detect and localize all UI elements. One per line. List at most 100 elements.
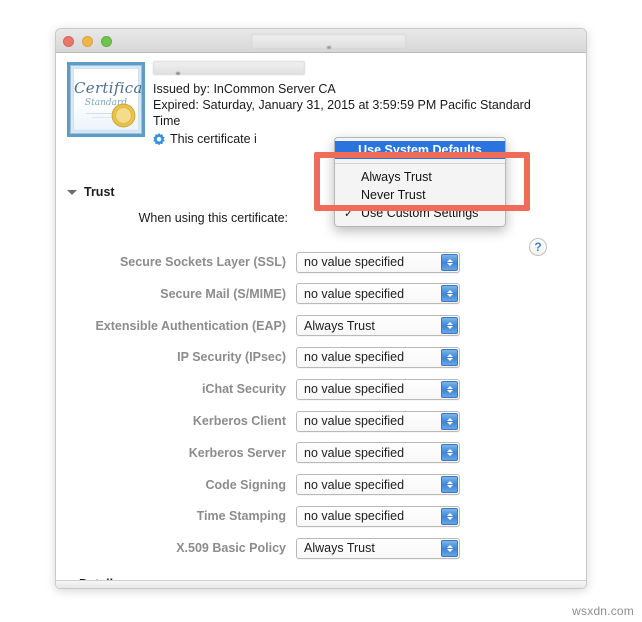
trust-row: Extensible Authentication (EAP) Always Tr… <box>67 315 567 337</box>
trust-row-value: no value specified <box>304 445 405 460</box>
trust-row-value: no value specified <box>304 477 405 492</box>
popup-stepper-icon[interactable] <box>441 444 458 462</box>
chevron-up-icon <box>446 258 453 262</box>
trust-row-label: X.509 Basic Policy <box>176 541 286 556</box>
trust-row-popup-button[interactable]: no value specified <box>296 410 460 432</box>
chevron-down-icon <box>446 516 453 520</box>
menu-item-label: Use Custom Settings <box>361 206 479 220</box>
trust-row-popup-button[interactable]: Always Trust <box>296 315 460 337</box>
chevron-up-icon <box>446 512 453 516</box>
trust-row-value: no value specified <box>304 382 405 397</box>
trust-row-label: Extensible Authentication (EAP) <box>95 318 286 333</box>
trust-row-label: Secure Mail (S/MIME) <box>160 286 286 301</box>
menu-item-label: Use System Defaults <box>358 143 482 157</box>
menu-item[interactable]: Use System Defaults <box>335 141 505 159</box>
chevron-up-icon <box>446 417 453 421</box>
trust-popup-menu[interactable]: Use System Defaults Always Trust Never Tru… <box>334 137 506 227</box>
popup-stepper-icon[interactable] <box>441 412 458 430</box>
chevron-up-icon <box>446 544 453 548</box>
chevron-down-icon <box>446 294 453 298</box>
window-titlebar[interactable] <box>56 29 586 53</box>
window-content: Certificate Standard Issued by: InCommon… <box>56 53 586 588</box>
chevron-down-icon <box>446 421 453 425</box>
trust-row-value: no value specified <box>304 509 405 524</box>
chevron-down-icon <box>446 389 453 393</box>
gold-seal-icon <box>111 103 136 128</box>
trust-row-label: iChat Security <box>201 382 286 397</box>
trust-row: iChat Security no value specified <box>67 378 567 400</box>
blue-burst-icon <box>153 133 165 145</box>
popup-stepper-icon[interactable] <box>441 253 458 271</box>
trust-section-header[interactable]: Trust <box>67 185 115 199</box>
trust-status-text: This certificate i <box>170 132 257 146</box>
chevron-up-icon <box>446 322 453 326</box>
trust-row-label: Code Signing <box>205 477 286 492</box>
chevron-up-icon <box>446 481 453 485</box>
trust-row-value: no value specified <box>304 350 405 365</box>
popup-stepper-icon[interactable] <box>441 348 458 366</box>
popup-stepper-icon[interactable] <box>441 507 458 525</box>
trust-row-popup-button[interactable]: no value specified <box>296 283 460 305</box>
popup-stepper-icon[interactable] <box>441 285 458 303</box>
chevron-down-icon <box>446 357 453 361</box>
trust-row-label: Kerberos Client <box>192 414 286 428</box>
close-button[interactable] <box>63 36 74 47</box>
trust-row-popup-button[interactable]: no value specified <box>296 474 460 496</box>
certificate-icon-title: Certificate <box>74 79 143 97</box>
window-bottom-bar <box>56 580 586 588</box>
trust-row-label: Time Stamping <box>196 509 286 524</box>
trust-row-popup-button[interactable]: Always Trust <box>296 537 460 559</box>
menu-item-label: Never Trust <box>361 188 426 202</box>
trust-row-label: IP Security (IPsec) <box>177 350 286 365</box>
zoom-button[interactable] <box>101 36 112 47</box>
trust-row-popup-button[interactable]: no value specified <box>296 251 460 273</box>
trust-row: Code Signing no value specified <box>67 474 567 496</box>
trust-row-value: Always Trust <box>304 318 375 333</box>
watermark: wsxdn.com <box>572 604 634 618</box>
trust-row-popup-button[interactable]: no value specified <box>296 346 460 368</box>
checkmark-icon: ✓ <box>344 207 354 220</box>
chevron-up-icon <box>446 353 453 357</box>
disclosure-triangle-open-icon[interactable] <box>67 189 77 195</box>
minimize-button[interactable] <box>82 36 93 47</box>
when-using-certificate-label: When using this certificate: <box>138 211 288 225</box>
trust-row: X.509 Basic Policy Always Trust <box>67 537 567 559</box>
window-controls <box>63 36 112 47</box>
trust-row-popup-button[interactable]: no value specified <box>296 378 460 400</box>
chevron-down-icon <box>446 485 453 489</box>
trust-row-value: no value specified <box>304 255 405 269</box>
chevron-down-icon <box>446 453 453 457</box>
trust-row-value: no value specified <box>304 286 405 301</box>
trust-row: IP Security (IPsec) no value specified <box>67 346 567 368</box>
trust-row-popup-button[interactable]: no value specified <box>296 505 460 527</box>
popup-stepper-icon[interactable] <box>441 539 458 557</box>
chevron-down-icon <box>446 262 453 266</box>
trust-row: Kerberos Server no value specified <box>67 442 567 464</box>
chevron-up-icon <box>446 290 453 294</box>
chevron-up-icon <box>446 449 453 453</box>
trust-row-label: Secure Sockets Layer (SSL) <box>119 255 286 269</box>
certificate-name-redacted <box>153 61 305 75</box>
menu-item[interactable]: Never Trust <box>335 186 505 204</box>
trust-row: Time Stamping no value specified <box>67 505 567 527</box>
chevron-up-icon <box>446 385 453 389</box>
trust-section-label: Trust <box>84 185 115 199</box>
certificate-summary: Issued by: InCommon Server CA Expired: S… <box>153 61 573 147</box>
popup-stepper-icon[interactable] <box>441 380 458 398</box>
certificate-window: Certificate Standard Issued by: InCommon… <box>55 28 587 589</box>
screenshot-root: Certificate Standard Issued by: InCommon… <box>0 0 642 622</box>
issued-by-line: Issued by: InCommon Server CA <box>153 82 336 96</box>
trust-row-label: Kerberos Server <box>188 445 286 460</box>
menu-item[interactable]: Always Trust <box>335 168 505 186</box>
certificate-icon: Certificate Standard <box>67 62 145 137</box>
popup-stepper-icon[interactable] <box>441 317 458 335</box>
chevron-down-icon <box>446 548 453 552</box>
trust-row: Secure Sockets Layer (SSL) no value speci… <box>67 251 567 273</box>
expired-line: Expired: Saturday, January 31, 2015 at 3… <box>153 98 531 128</box>
trust-row-value: Always Trust <box>304 541 375 556</box>
popup-stepper-icon[interactable] <box>441 476 458 494</box>
menu-item[interactable]: ✓ Use Custom Settings <box>335 204 505 222</box>
trust-row-popup-button[interactable]: no value specified <box>296 442 460 464</box>
trust-row-value: no value specified <box>304 414 405 428</box>
window-title-redacted <box>251 34 406 49</box>
